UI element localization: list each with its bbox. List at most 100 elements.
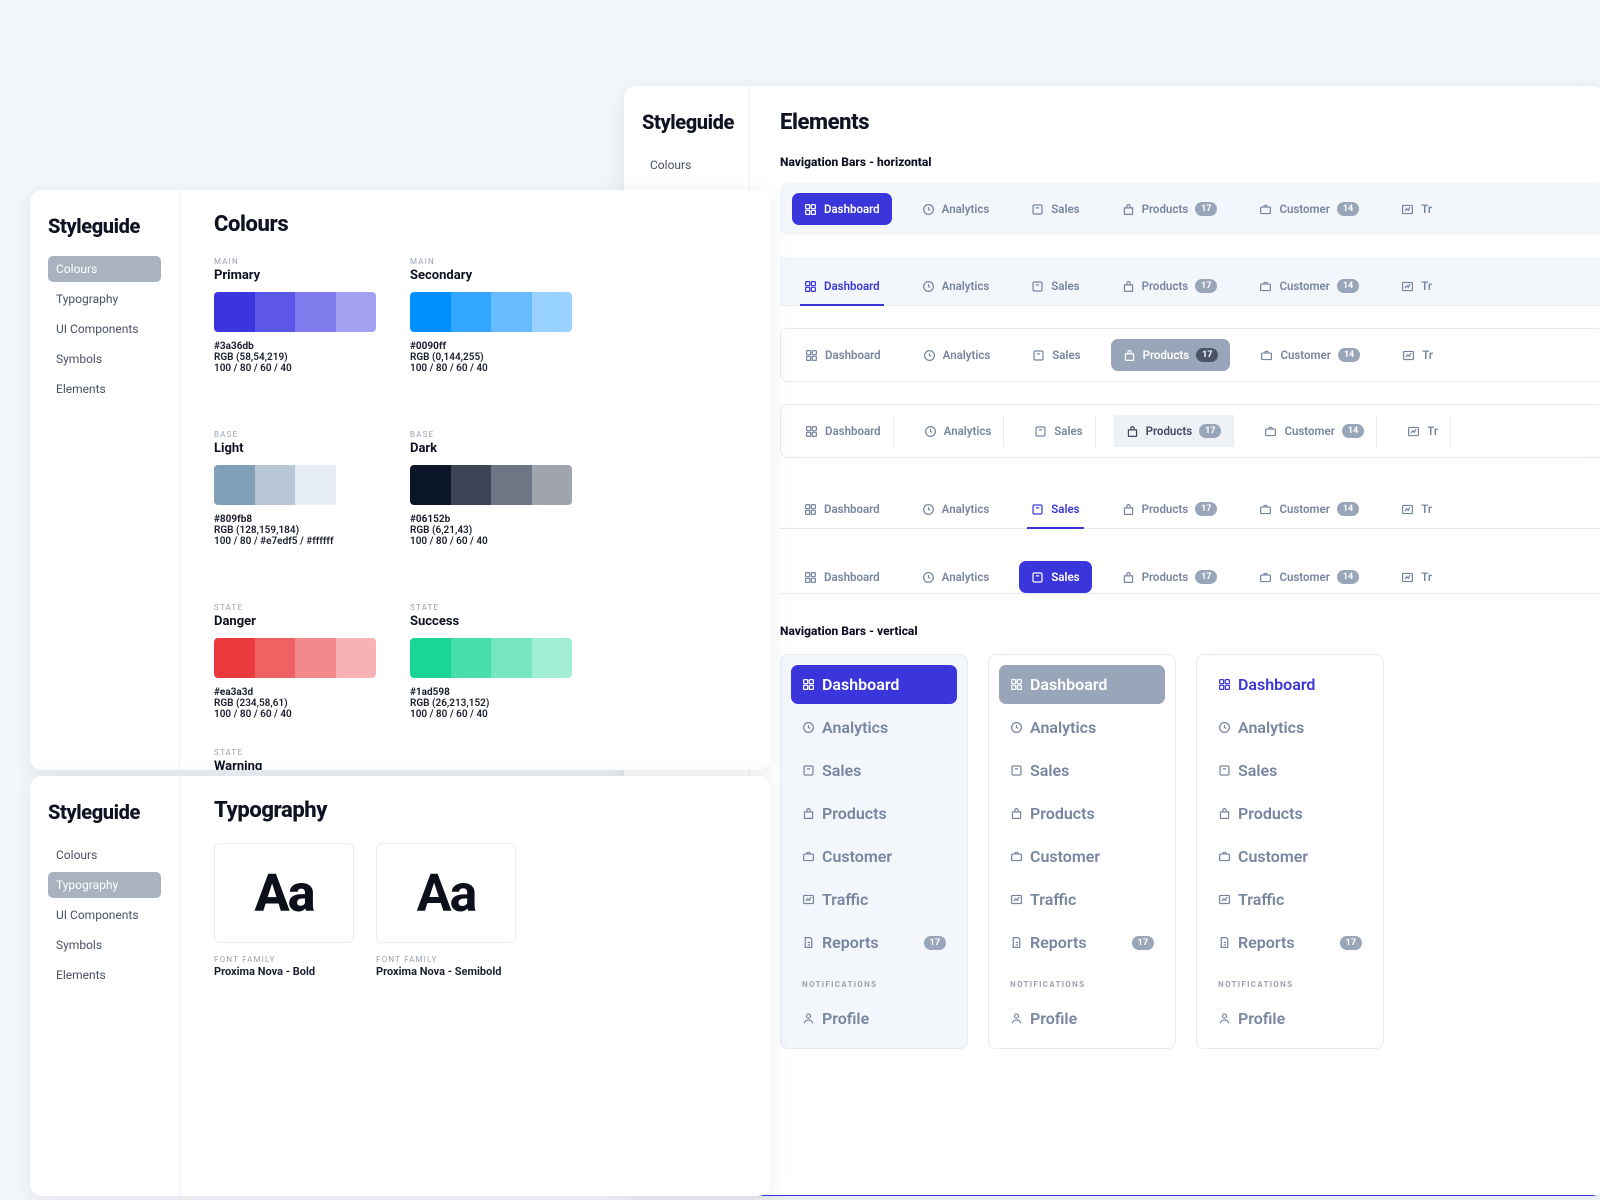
nav-item-customer[interactable]: Customer 14 xyxy=(1247,490,1371,528)
colour-hex: #809fb8 xyxy=(214,514,376,525)
user-icon xyxy=(1010,1012,1023,1025)
nav-item-tr[interactable]: Tr xyxy=(1395,415,1451,447)
nav-item-sales[interactable]: Sales xyxy=(791,751,957,790)
font-specimen: Aa xyxy=(417,863,476,924)
nav-item-customer[interactable]: Customer 14 xyxy=(1247,193,1371,225)
square-icon xyxy=(1031,203,1044,216)
nav-item-products[interactable]: Products 17 xyxy=(1110,267,1230,305)
sidebar-item-typography[interactable]: Typography xyxy=(48,286,161,312)
nav-item-customer[interactable]: Customer xyxy=(999,837,1165,876)
nav-label: Sales xyxy=(1030,761,1069,780)
nav-item-traffic[interactable]: Traffic xyxy=(791,880,957,919)
colour-opc: 100 / 80 / 60 / 40 xyxy=(214,709,376,720)
nav-item-customer[interactable]: Customer 14 xyxy=(1248,339,1372,371)
nav-item-analytics[interactable]: Analytics xyxy=(910,490,1002,528)
nav-item-customer[interactable]: Customer 14 xyxy=(1252,415,1377,447)
nav-item-tr[interactable]: Tr xyxy=(1390,339,1445,371)
nav-item-products[interactable]: Products 17 xyxy=(1110,490,1230,528)
sidebar-title: Styleguide xyxy=(48,214,161,238)
nav-item-sales[interactable]: Sales xyxy=(1207,751,1373,790)
nav-item-reports[interactable]: Reports 17 xyxy=(999,923,1165,962)
nav-item-analytics[interactable]: Analytics xyxy=(999,708,1165,747)
nav-badge: 17 xyxy=(924,936,946,950)
doc-icon xyxy=(1010,936,1023,949)
nav-item-tr[interactable]: Tr xyxy=(1389,490,1444,528)
chart-icon xyxy=(1402,349,1415,362)
square-icon xyxy=(1034,425,1047,438)
nav-label: Tr xyxy=(1421,570,1432,584)
nav-badge: 14 xyxy=(1338,348,1360,362)
sidebar-item-typography[interactable]: Typography xyxy=(48,872,161,898)
sidebar-item-colours[interactable]: Colours xyxy=(48,842,161,868)
chart-icon xyxy=(1401,571,1414,584)
nav-item-analytics[interactable]: Analytics xyxy=(912,415,1005,447)
sidebar-item-symbols[interactable]: Symbols xyxy=(48,932,161,958)
nav-label: Sales xyxy=(1051,502,1079,516)
nav-item-analytics[interactable]: Analytics xyxy=(910,267,1002,305)
nav-item-profile[interactable]: Profile xyxy=(999,999,1165,1038)
nav-item-profile[interactable]: Profile xyxy=(791,999,957,1038)
nav-item-tr[interactable]: Tr xyxy=(1389,193,1444,225)
nav-item-sales[interactable]: Sales xyxy=(1019,490,1091,528)
nav-item-dashboard[interactable]: Dashboard xyxy=(999,665,1165,704)
nav-item-customer[interactable]: Customer 14 xyxy=(1247,267,1371,305)
sidebar-item-elements[interactable]: Elements xyxy=(48,962,161,988)
nav-item-analytics[interactable]: Analytics xyxy=(1207,708,1373,747)
sidebar-item-symbols[interactable]: Symbols xyxy=(48,346,161,372)
square-icon xyxy=(1031,280,1044,293)
nav-badge: 17 xyxy=(1195,279,1217,293)
nav-item-dashboard[interactable]: Dashboard xyxy=(792,490,892,528)
nav-item-sales[interactable]: Sales xyxy=(1019,267,1091,305)
sidebar-item-ui[interactable]: UI Components xyxy=(48,316,161,342)
font-sup: FONT FAMILY xyxy=(214,955,354,964)
nav-item-sales[interactable]: Sales xyxy=(1019,561,1091,593)
nav-item-dashboard[interactable]: Dashboard xyxy=(793,339,893,371)
nav-item-dashboard[interactable]: Dashboard xyxy=(791,665,957,704)
sidebar-item-colours[interactable]: Colours xyxy=(642,152,731,178)
grid-icon xyxy=(804,503,817,516)
nav-item-products[interactable]: Products 17 xyxy=(1114,415,1235,447)
nav-label: Dashboard xyxy=(824,570,880,584)
chart-icon xyxy=(1218,893,1231,906)
grid-icon xyxy=(802,678,815,691)
nav-item-sales[interactable]: Sales xyxy=(1022,415,1095,447)
nav-item-customer[interactable]: Customer xyxy=(1207,837,1373,876)
nav-item-analytics[interactable]: Analytics xyxy=(791,708,957,747)
nav-item-reports[interactable]: Reports 17 xyxy=(1207,923,1373,962)
nav-item-dashboard[interactable]: Dashboard xyxy=(1207,665,1373,704)
nav-item-products[interactable]: Products xyxy=(791,794,957,833)
nav-item-tr[interactable]: Tr xyxy=(1389,561,1444,593)
font-name: Proxima Nova - Bold xyxy=(214,965,354,978)
sidebar-item-ui[interactable]: UI Components xyxy=(48,902,161,928)
sidebar-item-colours[interactable]: Colours xyxy=(48,256,161,282)
nav-item-dashboard[interactable]: Dashboard xyxy=(792,193,892,225)
nav-label: Analytics xyxy=(1238,718,1304,737)
nav-item-sales[interactable]: Sales xyxy=(1020,339,1092,371)
nav-badge: 17 xyxy=(1195,570,1217,584)
nav-item-sales[interactable]: Sales xyxy=(1019,193,1091,225)
nav-item-products[interactable]: Products 17 xyxy=(1110,193,1230,225)
colour-bar xyxy=(410,638,572,678)
nav-item-profile[interactable]: Profile xyxy=(1207,999,1373,1038)
nav-item-tr[interactable]: Tr xyxy=(1389,267,1444,305)
nav-item-reports[interactable]: Reports 17 xyxy=(791,923,957,962)
colour-opc: 100 / 80 / 60 / 40 xyxy=(214,363,376,374)
nav-item-dashboard[interactable]: Dashboard xyxy=(793,415,894,447)
nav-item-dashboard[interactable]: Dashboard xyxy=(792,267,892,305)
nav-item-analytics[interactable]: Analytics xyxy=(910,193,1002,225)
nav-label: Analytics xyxy=(942,279,990,293)
nav-item-customer[interactable]: Customer xyxy=(791,837,957,876)
sidebar-item-elements[interactable]: Elements xyxy=(48,376,161,402)
nav-item-traffic[interactable]: Traffic xyxy=(999,880,1165,919)
nav-item-dashboard[interactable]: Dashboard xyxy=(792,561,892,593)
nav-item-customer[interactable]: Customer 14 xyxy=(1247,561,1371,593)
nav-item-traffic[interactable]: Traffic xyxy=(1207,880,1373,919)
nav-item-products[interactable]: Products 17 xyxy=(1110,561,1230,593)
nav-bar: Dashboard Analytics Sales Products 17 Cu… xyxy=(780,257,1600,306)
nav-item-products[interactable]: Products xyxy=(1207,794,1373,833)
nav-item-sales[interactable]: Sales xyxy=(999,751,1165,790)
nav-item-products[interactable]: Products xyxy=(999,794,1165,833)
nav-item-analytics[interactable]: Analytics xyxy=(911,339,1003,371)
nav-item-analytics[interactable]: Analytics xyxy=(910,561,1002,593)
nav-item-products[interactable]: Products 17 xyxy=(1111,339,1231,371)
